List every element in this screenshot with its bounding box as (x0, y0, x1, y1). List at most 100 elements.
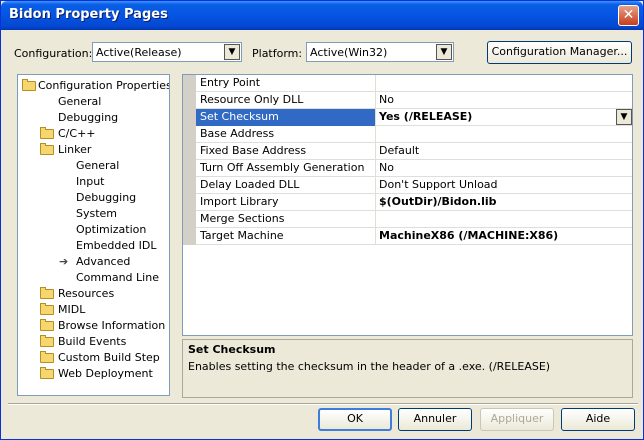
property-row[interactable]: Resource Only DLL No (196, 92, 632, 109)
folder-icon (22, 79, 36, 91)
folder-icon (40, 303, 54, 315)
tree-item-label: MIDL (58, 303, 86, 316)
property-value[interactable]: No (376, 92, 632, 109)
apply-button[interactable]: Appliquer (480, 408, 554, 431)
tree-item-label: Embedded IDL (76, 239, 157, 252)
property-value[interactable]: $(OutDir)/Bidon.lib (376, 194, 632, 211)
cancel-button[interactable]: Annuler (398, 408, 472, 431)
folder-icon (40, 367, 54, 379)
tree-item-label: Debugging (76, 191, 137, 204)
tree-item-label: Browse Information (58, 319, 166, 332)
property-name: Base Address (196, 126, 376, 143)
property-value[interactable]: MachineX86 (/MACHINE:X86) (376, 228, 632, 245)
tree-item-label: Optimization (76, 223, 147, 236)
tree-item-label: Input (76, 175, 105, 188)
property-value[interactable] (376, 75, 632, 92)
configuration-label: Configuration: (14, 47, 93, 60)
tree-item[interactable]: Custom Build Step (18, 350, 168, 366)
tree-item[interactable]: Command Line (18, 270, 168, 286)
description-title: Set Checksum (188, 343, 276, 356)
folder-icon (40, 351, 54, 363)
tree-item-label: Web Deployment (58, 367, 153, 380)
folder-icon (40, 143, 54, 155)
property-row[interactable]: Delay Loaded DLL Don't Support Unload (196, 177, 632, 194)
tree-item[interactable]: Browse Information (18, 318, 168, 334)
folder-icon (40, 127, 54, 139)
property-value[interactable] (376, 126, 632, 143)
tree-item-label: General (58, 95, 102, 108)
close-button[interactable]: ✕ (618, 5, 639, 26)
platform-label: Platform: (252, 47, 303, 60)
property-name: Delay Loaded DLL (196, 177, 376, 194)
tree-item-label: Debugging (58, 111, 119, 124)
property-value[interactable]: No (376, 160, 632, 177)
chevron-down-icon[interactable]: ▼ (436, 44, 452, 60)
tree-item[interactable]: Optimization (18, 222, 168, 238)
tree-item-label: Command Line (76, 271, 159, 284)
property-row[interactable]: Fixed Base Address Default (196, 143, 632, 160)
platform-dropdown[interactable]: Active(Win32) ▼ (306, 42, 454, 62)
grid-gutter (183, 75, 196, 245)
property-row[interactable]: Merge Sections (196, 211, 632, 228)
property-row[interactable]: Turn Off Assembly Generation No (196, 160, 632, 177)
property-pages-window: Bidon Property Pages ✕ Configuration: Ac… (0, 0, 644, 440)
tree-item-label: Advanced (76, 255, 131, 268)
tree-item[interactable]: Web Deployment (18, 366, 168, 382)
property-name: Entry Point (196, 75, 376, 92)
property-row[interactable]: Target Machine MachineX86 (/MACHINE:X86) (196, 228, 632, 245)
help-button[interactable]: Aide (561, 408, 635, 431)
property-row[interactable]: Import Library $(OutDir)/Bidon.lib (196, 194, 632, 211)
tree-item[interactable]: MIDL (18, 302, 168, 318)
tree-item[interactable]: Input (18, 174, 168, 190)
description-panel: Set Checksum Enables setting the checksu… (182, 339, 633, 398)
chevron-down-icon[interactable]: ▼ (616, 109, 632, 125)
property-name: Merge Sections (196, 211, 376, 228)
ok-button[interactable]: OK (318, 408, 392, 431)
separator (8, 403, 638, 405)
property-name: Turn Off Assembly Generation (196, 160, 376, 177)
tree-item[interactable]: General (18, 94, 168, 110)
tree-item[interactable]: Linker (18, 142, 168, 158)
tree-item[interactable]: Debugging (18, 190, 168, 206)
tree-item[interactable]: Embedded IDL (18, 238, 168, 254)
property-value[interactable] (376, 211, 632, 228)
platform-value: Active(Win32) (310, 46, 388, 59)
title-bar[interactable]: Bidon Property Pages ✕ (1, 1, 643, 30)
folder-icon (40, 335, 54, 347)
tree-item[interactable]: System (18, 206, 168, 222)
configuration-value: Active(Release) (96, 46, 182, 59)
property-row[interactable]: Set Checksum Yes (/RELEASE) ▼ (196, 109, 632, 126)
folder-icon (40, 287, 54, 299)
property-name: Target Machine (196, 228, 376, 245)
property-grid: Entry Point Resource Only DLL No Set Checks… (182, 74, 633, 336)
description-text: Enables setting the checksum in the head… (188, 360, 551, 373)
chevron-down-icon[interactable]: ▼ (224, 44, 240, 60)
configuration-manager-button[interactable]: Configuration Manager... (487, 41, 632, 64)
tree-item-label: Linker (58, 143, 92, 156)
folder-icon (40, 319, 54, 331)
property-value[interactable]: Don't Support Unload (376, 177, 632, 194)
property-value[interactable]: Default (376, 143, 632, 160)
tree-item-label: System (76, 207, 118, 220)
tree-item[interactable]: General (18, 158, 168, 174)
tree-item[interactable]: Configuration Properties (18, 78, 169, 94)
tree-item-label: Build Events (58, 335, 127, 348)
property-name: Resource Only DLL (196, 92, 376, 109)
tree-item-label: C/C++ (58, 127, 96, 140)
property-row[interactable]: Entry Point (196, 75, 632, 92)
property-row[interactable]: Base Address (196, 126, 632, 143)
tree-item-label: Resources (58, 287, 115, 300)
tree-item-label: Custom Build Step (58, 351, 160, 364)
category-tree: Configuration Properties General Debugging… (17, 74, 170, 396)
current-page-arrow-icon: ➔ (59, 255, 69, 268)
tree-item[interactable]: Build Events (18, 334, 168, 350)
tree-item[interactable]: Resources (18, 286, 168, 302)
tree-item[interactable]: Debugging (18, 110, 168, 126)
property-name: Set Checksum (196, 109, 376, 126)
tree-item-label: General (76, 159, 120, 172)
property-value[interactable]: Yes (/RELEASE) (376, 109, 632, 126)
configuration-dropdown[interactable]: Active(Release) ▼ (92, 42, 242, 62)
window-title: Bidon Property Pages (9, 7, 168, 22)
tree-item[interactable]: ➔ Advanced (18, 254, 168, 270)
tree-item[interactable]: C/C++ (18, 126, 168, 142)
